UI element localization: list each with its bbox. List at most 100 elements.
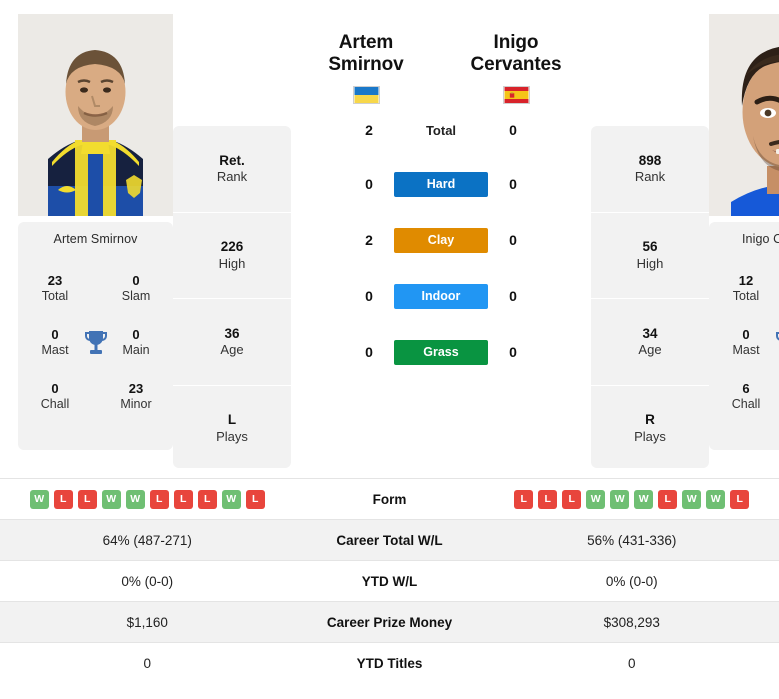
right-flag-wrap	[441, 86, 591, 105]
row-label-career-total-wl: Career Total W/L	[336, 532, 443, 548]
comparison-table: WLLWWLLLWL Form LLLWWWLWWL 64% (487-271)…	[0, 478, 779, 683]
form-badge-loss: L	[197, 489, 217, 509]
surface-badge-indoor[interactable]: Indoor	[394, 283, 488, 309]
h2h-indoor-left: 0	[365, 288, 373, 305]
form-badge-win: W	[29, 489, 49, 509]
value: 34	[642, 325, 658, 341]
h2h-grass-row: 0 Grass 0	[358, 324, 524, 380]
form-badge-loss: L	[658, 489, 678, 509]
right-form-badges: LLLWWWLWWL	[485, 489, 779, 509]
left-titles-slam: 0 Slam	[113, 273, 159, 305]
label: Mast	[732, 343, 760, 358]
value: 898	[638, 152, 662, 168]
form-badge-win: W	[706, 489, 726, 509]
right-career-total-wl: 56% (431-336)	[587, 532, 677, 548]
right-titles-row: 0 Mast 0 Main	[715, 316, 779, 370]
table-row-ytd-titles: 0 YTD Titles 0	[0, 642, 779, 683]
h2h-total-row: 2 Total 0	[358, 104, 524, 156]
table-row-career-total-wl: 64% (487-271) Career Total W/L 56% (431-…	[0, 519, 779, 560]
label: Minor	[120, 397, 152, 412]
surface-badge-hard[interactable]: Hard	[394, 171, 488, 197]
table-row-ytd-wl: 0% (0-0) YTD W/L 0% (0-0)	[0, 560, 779, 601]
form-badge-loss: L	[173, 489, 193, 509]
flag-ukraine-icon	[352, 86, 380, 105]
h2h-clay-right: 0	[509, 232, 517, 249]
label: Rank	[634, 169, 666, 185]
h2h-clay-row: 2 Clay 0	[358, 212, 524, 268]
right-ytd-titles: 0	[627, 655, 636, 671]
form-badge-win: W	[101, 489, 121, 509]
surface-badge-clay[interactable]: Clay	[394, 227, 488, 253]
label: Age	[220, 342, 244, 358]
form-badge-win: W	[634, 489, 654, 509]
surface-badge-grass[interactable]: Grass	[394, 339, 488, 365]
h2h-grass-right: 0	[509, 344, 517, 361]
left-stat-card: Ret. Rank 226 High 36 Age L Plays	[173, 126, 291, 468]
left-stat-plays: L Plays	[173, 384, 291, 469]
form-badge-win: W	[586, 489, 606, 509]
value: Ret.	[219, 152, 245, 168]
value: 0	[132, 273, 140, 289]
right-ytd-wl: 0% (0-0)	[605, 573, 658, 589]
label: Plays	[216, 428, 248, 444]
label: Chall	[731, 397, 761, 412]
label: Rank	[216, 169, 248, 185]
left-ytd-wl: 0% (0-0)	[121, 573, 174, 589]
flag-spain-icon	[502, 86, 530, 105]
player-comparison-page: Artem Smirnov 23 Total 0 Slam 0 Mast 0 M…	[0, 0, 779, 683]
left-titles-card: Artem Smirnov 23 Total 0 Slam 0 Mast 0 M…	[18, 222, 173, 450]
value: R	[645, 412, 655, 428]
left-ytd-titles: 0	[143, 655, 151, 671]
row-label-form: Form	[372, 491, 407, 507]
left-player-column: Artem Smirnov 23 Total 0 Slam 0 Mast 0 M…	[18, 14, 173, 450]
value: 12	[738, 273, 754, 289]
label: Slam	[121, 289, 151, 304]
right-stat-age: 34 Age	[591, 298, 709, 385]
right-name-line2: Cervantes	[470, 54, 562, 76]
form-badge-loss: L	[149, 489, 169, 509]
label: Total	[732, 289, 760, 304]
h2h-hard-row: 0 Hard 0	[358, 156, 524, 212]
trophy-icon	[81, 330, 111, 356]
right-form-cell: LLLWWWLWWL	[485, 489, 779, 509]
value: 36	[224, 325, 240, 341]
left-player-name-label: Artem Smirnov	[53, 232, 138, 246]
right-career-prize-money: $308,293	[603, 614, 660, 630]
h2h-hard-left: 0	[365, 176, 373, 193]
right-stat-card: 898 Rank 56 High 34 Age R Plays	[591, 126, 709, 468]
value: 0	[51, 327, 59, 343]
h2h-hard-right: 0	[509, 176, 517, 193]
left-player-photo	[18, 14, 173, 216]
value: 6	[742, 381, 750, 397]
value: 0	[742, 327, 750, 343]
trophy-icon	[772, 330, 779, 356]
form-badge-loss: L	[538, 489, 558, 509]
value: 226	[220, 239, 244, 255]
value: 23	[47, 273, 63, 289]
left-player-name-block: Artem Smirnov	[291, 32, 441, 105]
right-stat-rank: 898 Rank	[591, 126, 709, 212]
left-titles-chall: 0 Chall	[32, 381, 78, 413]
form-badge-loss: L	[730, 489, 750, 509]
row-label-ytd-titles: YTD Titles	[356, 655, 423, 671]
right-titles-mast: 0 Mast	[723, 327, 769, 359]
left-career-total-wl: 64% (487-271)	[102, 532, 192, 548]
left-titles-row: 0 Chall 23 Minor	[24, 370, 167, 424]
right-titles-total: 12 Total	[723, 273, 769, 305]
right-titles-card: Inigo Cervantes 12 Total 0 Slam 0	[709, 222, 779, 450]
label: Mast	[41, 343, 69, 358]
h2h-total-left: 2	[365, 122, 373, 139]
right-titles-row: 12 Total 0 Slam	[715, 262, 779, 316]
h2h-total-right: 0	[509, 122, 517, 139]
h2h-grass-left: 0	[365, 344, 373, 361]
h2h-total-label: Total	[425, 122, 457, 138]
left-name-line2: Smirnov	[328, 54, 404, 76]
left-titles-row: 23 Total 0 Slam	[24, 262, 167, 316]
form-badge-win: W	[610, 489, 630, 509]
left-stat-age: 36 Age	[173, 298, 291, 385]
left-stat-rank: Ret. Rank	[173, 126, 291, 212]
h2h-rows: 2 Total 0 0 Hard 0 2 Clay 0 0 Indoor 0 0…	[358, 104, 524, 380]
value: 0	[132, 327, 140, 343]
label: Total	[41, 289, 69, 304]
form-badge-win: W	[125, 489, 145, 509]
